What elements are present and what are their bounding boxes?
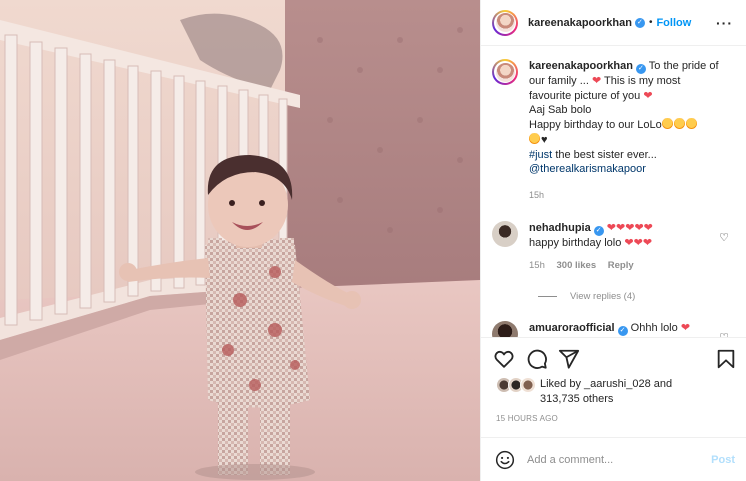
comments-list[interactable]: kareenakapoorkhan ✓ To the pride of our f… bbox=[481, 47, 746, 337]
hearts-emoji: ❤ bbox=[680, 322, 691, 334]
instagram-post-modal: kareenakapoorkhan ✓ • Follow ··· kareena… bbox=[0, 0, 746, 481]
liked-by-others[interactable]: 313,735 others bbox=[540, 393, 613, 405]
liked-by-and: and bbox=[653, 378, 673, 390]
caption-line-5: the best sister ever... bbox=[555, 148, 657, 161]
commenter-username[interactable]: amuaroraofficial bbox=[529, 322, 615, 334]
follow-button[interactable]: Follow bbox=[656, 17, 691, 29]
heart-eyes-emoji-icon bbox=[685, 118, 697, 130]
mention-link[interactable]: @therealkarismakapoor bbox=[529, 163, 646, 175]
comment-text: Ohhh lolo bbox=[630, 322, 678, 334]
post-actions-bar bbox=[481, 337, 746, 375]
post-caption: kareenakapoorkhan ✓ To the pride of our f… bbox=[492, 59, 737, 203]
post-header: kareenakapoorkhan ✓ • Follow ··· bbox=[481, 0, 746, 46]
bookmark-icon[interactable] bbox=[715, 348, 737, 370]
reply-button[interactable]: Reply bbox=[608, 260, 634, 271]
heart-eyes-emoji-icon bbox=[529, 132, 540, 144]
view-replies-label: View replies (4) bbox=[570, 291, 636, 302]
share-icon[interactable] bbox=[558, 348, 580, 370]
verified-badge-icon: ✓ bbox=[635, 64, 646, 74]
add-comment-bar: Post bbox=[481, 437, 746, 481]
caption-username[interactable]: kareenakapoorkhan bbox=[529, 60, 633, 72]
liked-by-prefix: Liked by bbox=[540, 378, 581, 390]
commenter-avatar[interactable] bbox=[492, 321, 518, 337]
more-horizontal-icon[interactable]: ··· bbox=[716, 15, 733, 31]
header-separator: • bbox=[648, 17, 653, 28]
comment-likes-count[interactable]: 300 likes bbox=[557, 260, 597, 271]
heart-eyes-emoji-icon bbox=[661, 118, 673, 130]
commenter-username[interactable]: nehadhupia bbox=[529, 222, 591, 234]
vintage-baby-photo bbox=[0, 0, 480, 481]
caption-timestamp[interactable]: 15h bbox=[529, 188, 724, 203]
hearts-emoji: ❤❤❤ bbox=[624, 237, 653, 249]
comment-input[interactable] bbox=[527, 453, 702, 466]
commenter-avatar[interactable] bbox=[492, 221, 518, 247]
verified-badge-icon: ✓ bbox=[617, 326, 628, 336]
liked-by-user[interactable]: _aarushi_028 bbox=[584, 378, 651, 390]
post-photo[interactable] bbox=[0, 0, 480, 481]
heart-icon[interactable] bbox=[493, 348, 515, 370]
smiley-icon[interactable] bbox=[495, 450, 515, 470]
heart-emoji-icon: ❤ bbox=[643, 89, 653, 102]
author-username[interactable]: kareenakapoorkhan bbox=[528, 17, 632, 29]
likes-summary: Liked by _aarushi_028 and 313,735 others bbox=[496, 377, 672, 407]
author-avatar[interactable] bbox=[492, 9, 518, 36]
hearts-emoji: ❤❤❤❤❤ bbox=[606, 222, 653, 234]
comment-text: happy birthday lolo bbox=[529, 237, 622, 249]
verified-badge-icon: ✓ bbox=[593, 226, 604, 236]
replies-divider bbox=[538, 296, 557, 297]
liker-avatars[interactable] bbox=[496, 377, 540, 395]
hashtag-link[interactable]: #just bbox=[529, 149, 552, 161]
post-timestamp[interactable]: 15 HOURS AGO bbox=[496, 414, 558, 423]
comment-item: nehadhupia ✓ ❤❤❤❤❤ happy birthday lolo ❤❤… bbox=[492, 221, 737, 273]
comment-item: amuaroraofficial✓ Ohhh lolo ❤ ♡ bbox=[492, 321, 737, 337]
comment-like-heart-icon[interactable]: ♡ bbox=[719, 231, 729, 244]
caption-author-avatar[interactable] bbox=[492, 59, 518, 85]
black-heart-emoji-icon: ♥ bbox=[541, 133, 548, 146]
post-comment-button[interactable]: Post bbox=[711, 454, 735, 466]
comment-icon[interactable] bbox=[526, 348, 548, 370]
verified-badge-icon: ✓ bbox=[634, 17, 645, 28]
heart-eyes-emoji-icon bbox=[673, 118, 685, 130]
view-replies-button[interactable]: View replies (4) bbox=[538, 291, 635, 302]
post-details-panel: kareenakapoorkhan ✓ • Follow ··· kareena… bbox=[480, 0, 746, 481]
caption-line-4: Happy birthday to our LoLo bbox=[529, 119, 662, 132]
comment-timestamp[interactable]: 15h bbox=[529, 260, 545, 271]
heart-emoji-icon: ❤ bbox=[591, 75, 602, 87]
caption-line-3: Aaj Sab bolo bbox=[529, 104, 592, 117]
